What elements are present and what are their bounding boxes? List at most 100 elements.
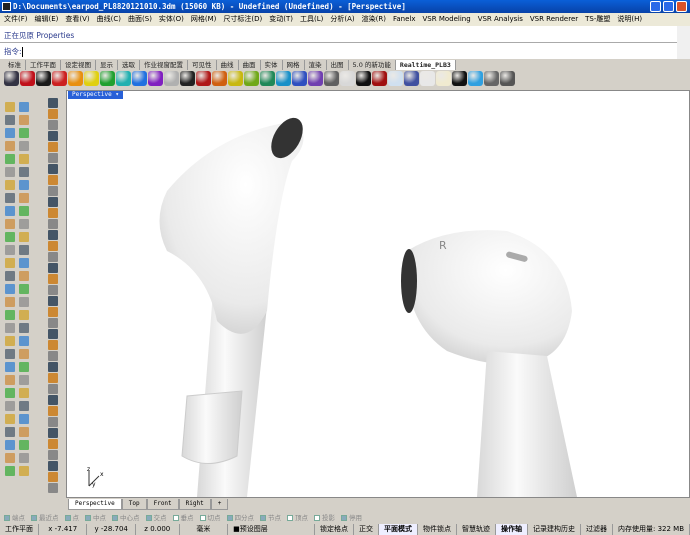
tool-icon[interactable] <box>5 141 15 151</box>
material-swatch[interactable] <box>500 71 515 86</box>
tool-icon[interactable] <box>19 128 29 138</box>
status-toggle[interactable]: 物件锁点 <box>418 524 457 535</box>
tool-icon[interactable] <box>48 307 58 317</box>
menu-item[interactable]: 渲染(R) <box>362 13 386 26</box>
maximize-button[interactable] <box>663 1 674 12</box>
menu-item[interactable]: 曲线(C) <box>97 13 121 26</box>
tool-icon[interactable] <box>48 208 58 218</box>
menu-item[interactable]: VSR Renderer <box>530 13 578 26</box>
osnap-checkbox[interactable] <box>145 515 152 521</box>
tool-icon[interactable] <box>48 395 58 405</box>
tool-icon[interactable] <box>19 271 29 281</box>
tool-icon[interactable] <box>19 193 29 203</box>
tool-icon[interactable] <box>19 167 29 177</box>
tool-icon[interactable] <box>48 450 58 460</box>
tool-icon[interactable] <box>5 362 15 372</box>
status-toggle[interactable]: 锁定格点 <box>315 524 354 535</box>
viewport-tab[interactable]: Front <box>146 499 179 510</box>
osnap-8[interactable]: 四分点 <box>226 512 254 524</box>
tool-icon[interactable] <box>19 115 29 125</box>
material-swatch[interactable] <box>276 71 291 86</box>
menu-item[interactable]: VSR Analysis <box>478 13 523 26</box>
tool-icon[interactable] <box>48 340 58 350</box>
osnap-checkbox[interactable] <box>172 515 179 521</box>
viewport-tab[interactable]: Perspective <box>68 499 122 510</box>
tool-icon[interactable] <box>19 440 29 450</box>
toolbar-tab[interactable]: 曲线 <box>217 60 239 70</box>
tool-icon[interactable] <box>19 245 29 255</box>
tool-icon[interactable] <box>19 375 29 385</box>
tool-icon[interactable] <box>5 427 15 437</box>
tool-icon[interactable] <box>48 351 58 361</box>
tool-icon[interactable] <box>48 230 58 240</box>
tool-icon[interactable] <box>5 167 15 177</box>
osnap-3[interactable]: 中点 <box>85 512 106 524</box>
material-swatch[interactable] <box>4 71 19 86</box>
tool-icon[interactable] <box>48 120 58 130</box>
material-swatch[interactable] <box>100 71 115 86</box>
tool-icon[interactable] <box>48 461 58 471</box>
tool-icon[interactable] <box>48 241 58 251</box>
tool-icon[interactable] <box>5 336 15 346</box>
osnap-7[interactable]: 切点 <box>199 512 221 524</box>
osnap-5[interactable]: 交点 <box>145 512 167 524</box>
status-toggle[interactable]: 智慧轨迹 <box>457 524 496 535</box>
tool-icon[interactable] <box>19 362 29 372</box>
material-swatch[interactable] <box>292 71 307 86</box>
tool-icon[interactable] <box>48 439 58 449</box>
tool-icon[interactable] <box>5 284 15 294</box>
tool-icon[interactable] <box>48 296 58 306</box>
status-toggle[interactable]: 操作轴 <box>495 524 528 535</box>
toolbar-tab[interactable]: 标准 <box>4 60 26 70</box>
tool-icon[interactable] <box>19 219 29 229</box>
toolbar-tab[interactable]: 选取 <box>118 60 140 70</box>
tool-icon[interactable] <box>5 154 15 164</box>
close-button[interactable] <box>676 1 687 12</box>
toolbar-tab[interactable]: 5.0 的新功能 <box>349 60 396 70</box>
osnap-checkbox[interactable] <box>199 515 206 521</box>
osnap-checkbox[interactable] <box>314 515 320 521</box>
material-swatch[interactable] <box>452 71 467 86</box>
tool-icon[interactable] <box>48 329 58 339</box>
layer-indicator[interactable]: ■预设图层 <box>228 524 315 535</box>
tool-icon[interactable] <box>5 180 15 190</box>
status-toggle[interactable]: 过滤器 <box>581 524 613 535</box>
tool-icon[interactable] <box>48 417 58 427</box>
tool-icon[interactable] <box>48 252 58 262</box>
tool-icon[interactable] <box>48 263 58 273</box>
material-swatch[interactable] <box>404 71 419 86</box>
menu-item[interactable]: 尺寸标注(D) <box>223 13 262 26</box>
tool-icon[interactable] <box>19 336 29 346</box>
material-swatch[interactable] <box>180 71 195 86</box>
menu-item[interactable]: 变动(T) <box>269 13 293 26</box>
tool-icon[interactable] <box>48 153 58 163</box>
tool-icon[interactable] <box>48 483 58 493</box>
material-swatch[interactable] <box>20 71 35 86</box>
tool-icon[interactable] <box>5 401 15 411</box>
tool-icon[interactable] <box>5 232 15 242</box>
toolbar-tab[interactable]: 可见性 <box>188 60 217 70</box>
perspective-viewport[interactable]: Perspective ▾ R xzy <box>66 90 690 498</box>
osnap-checkbox[interactable] <box>260 515 266 521</box>
menu-item[interactable]: 查看(V) <box>65 13 89 26</box>
toolbar-tab[interactable]: 实体 <box>261 60 283 70</box>
status-toggle[interactable]: 记录建构历史 <box>528 524 581 535</box>
toolbar-tab[interactable]: 曲面 <box>239 60 261 70</box>
tool-icon[interactable] <box>5 258 15 268</box>
menu-item[interactable]: 编辑(E) <box>35 13 59 26</box>
material-swatch[interactable] <box>196 71 211 86</box>
osnap-checkbox[interactable] <box>85 515 91 521</box>
material-swatch[interactable] <box>68 71 83 86</box>
material-swatch[interactable] <box>260 71 275 86</box>
tool-icon[interactable] <box>19 349 29 359</box>
tool-icon[interactable] <box>19 401 29 411</box>
tool-icon[interactable] <box>48 98 58 108</box>
osnap-12[interactable]: 停用 <box>341 512 362 524</box>
osnap-4[interactable]: 中心点 <box>112 512 140 524</box>
menu-item[interactable]: Fanelx <box>393 13 416 26</box>
tool-icon[interactable] <box>19 453 29 463</box>
osnap-checkbox[interactable] <box>341 515 347 521</box>
tool-icon[interactable] <box>5 310 15 320</box>
tool-icon[interactable] <box>48 142 58 152</box>
osnap-6[interactable]: 垂点 <box>172 512 194 524</box>
